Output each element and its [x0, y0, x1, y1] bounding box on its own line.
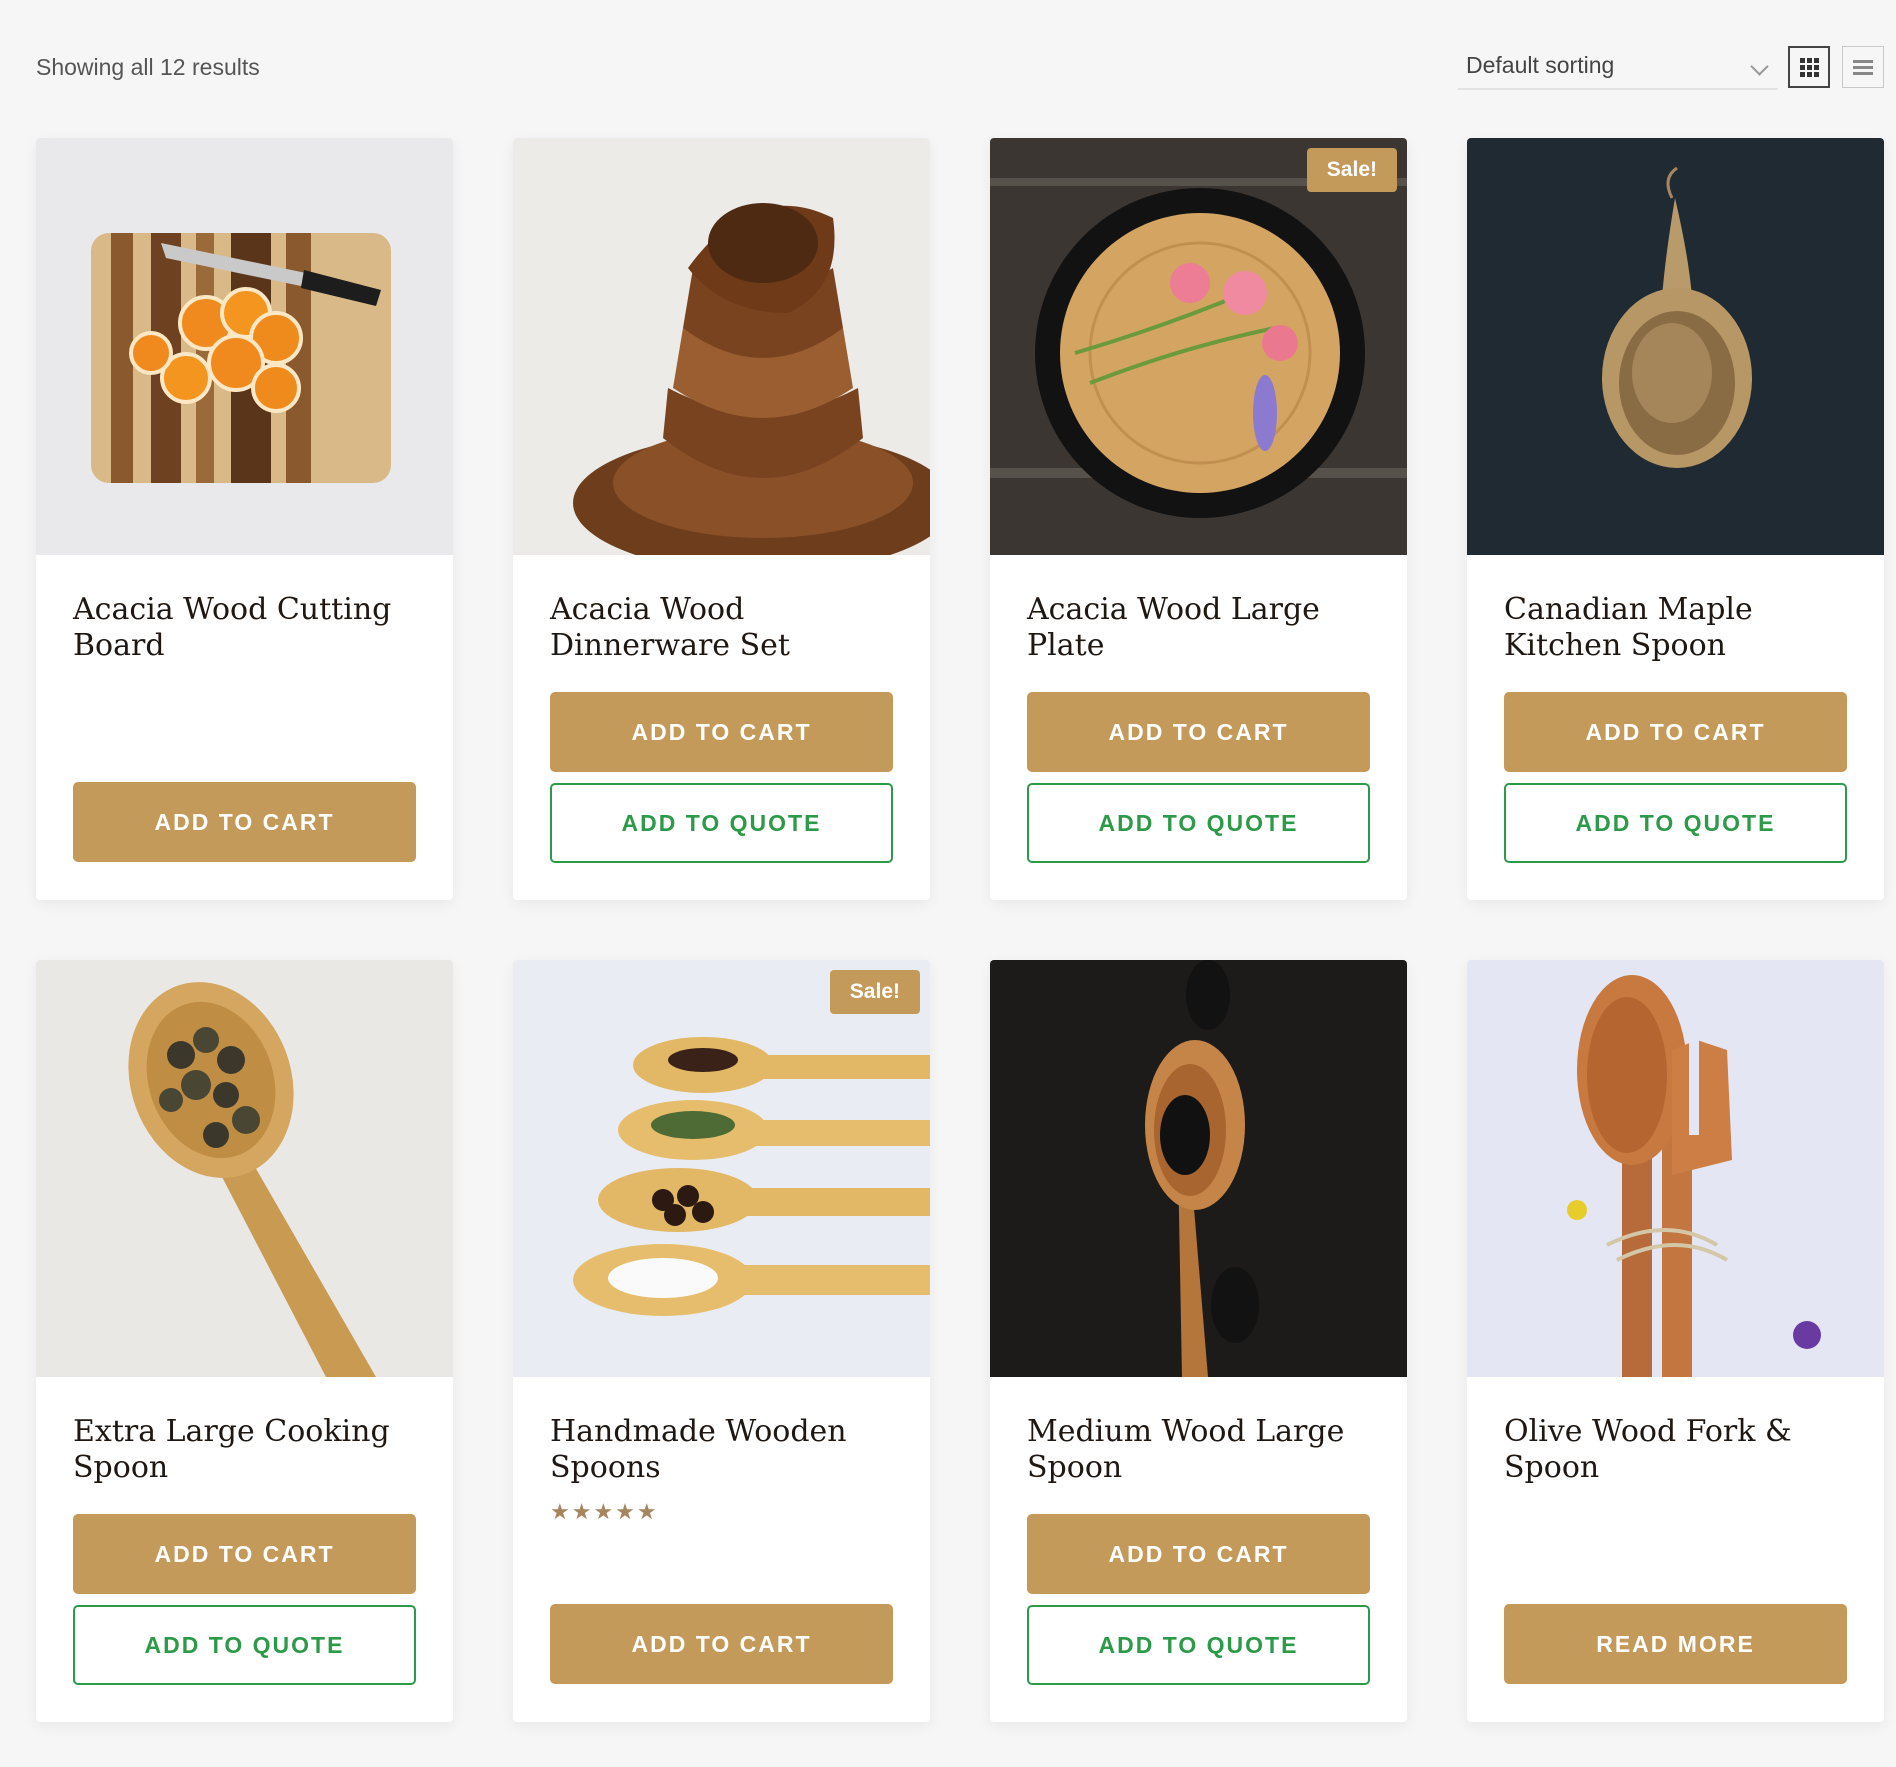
product-title[interactable]: Acacia Wood Cutting Board — [73, 592, 423, 664]
grid-view-button[interactable] — [1788, 46, 1830, 88]
add-to-cart-button[interactable]: ADD TO CART — [1027, 692, 1370, 772]
product-card: Olive Wood Fork & Spoon READ MORE — [1467, 960, 1884, 1722]
product-title[interactable]: Acacia Wood Dinnerware Set — [550, 592, 900, 664]
product-card: Canadian Maple Kitchen Spoon ADD TO CART… — [1467, 138, 1884, 900]
product-card: Extra Large Cooking Spoon ADD TO CART AD… — [36, 960, 453, 1722]
product-image[interactable] — [36, 138, 453, 555]
product-image[interactable] — [1467, 138, 1884, 555]
read-more-button[interactable]: READ MORE — [1504, 1604, 1847, 1684]
add-to-quote-button[interactable]: ADD TO QUOTE — [73, 1605, 416, 1685]
sort-select[interactable]: Default sorting — [1458, 44, 1778, 90]
product-title[interactable]: Extra Large Cooking Spoon — [73, 1414, 423, 1486]
add-to-quote-button[interactable]: ADD TO QUOTE — [1027, 1605, 1370, 1685]
add-to-cart-button[interactable]: ADD TO CART — [1027, 1514, 1370, 1594]
product-card: Sale! Handmade Wooden Spoons ★★★★★ ADD T… — [513, 960, 930, 1722]
star-rating: ★★★★★ — [550, 1500, 659, 1525]
add-to-cart-button[interactable]: ADD TO CART — [550, 692, 893, 772]
product-title[interactable]: Acacia Wood Large Plate — [1027, 592, 1377, 664]
product-card: Sale! Acacia Wood Large Plate ADD TO CAR… — [990, 138, 1407, 900]
product-image[interactable] — [990, 138, 1407, 555]
chevron-down-icon — [1750, 57, 1769, 76]
product-title[interactable]: Medium Wood Large Spoon — [1027, 1414, 1377, 1486]
add-to-cart-button[interactable]: ADD TO CART — [73, 1514, 416, 1594]
product-title[interactable]: Canadian Maple Kitchen Spoon — [1504, 592, 1854, 664]
product-title[interactable]: Handmade Wooden Spoons — [550, 1414, 900, 1486]
add-to-cart-button[interactable]: ADD TO CART — [73, 782, 416, 862]
product-title[interactable]: Olive Wood Fork & Spoon — [1504, 1414, 1854, 1486]
add-to-quote-button[interactable]: ADD TO QUOTE — [550, 783, 893, 863]
product-image[interactable] — [1467, 960, 1884, 1377]
add-to-quote-button[interactable]: ADD TO QUOTE — [1504, 783, 1847, 863]
sort-select-value: Default sorting — [1466, 52, 1615, 78]
product-card: Medium Wood Large Spoon ADD TO CART ADD … — [990, 960, 1407, 1722]
shop-toolbar: Showing all 12 results Default sorting — [36, 44, 1886, 92]
product-card: Acacia Wood Dinnerware Set ADD TO CART A… — [513, 138, 930, 900]
add-to-cart-button[interactable]: ADD TO CART — [550, 1604, 893, 1684]
sale-badge: Sale! — [829, 970, 920, 1014]
add-to-quote-button[interactable]: ADD TO QUOTE — [1027, 783, 1370, 863]
product-card: Acacia Wood Cutting Board ADD TO CART — [36, 138, 453, 900]
product-image[interactable] — [990, 960, 1407, 1377]
list-view-button[interactable] — [1842, 46, 1884, 88]
product-image[interactable] — [513, 138, 930, 555]
result-count: Showing all 12 results — [36, 54, 260, 80]
product-image[interactable] — [513, 960, 930, 1377]
grid-icon — [1800, 58, 1819, 77]
product-image[interactable] — [36, 960, 453, 1377]
list-icon — [1853, 60, 1873, 75]
add-to-cart-button[interactable]: ADD TO CART — [1504, 692, 1847, 772]
sale-badge: Sale! — [1306, 148, 1397, 192]
